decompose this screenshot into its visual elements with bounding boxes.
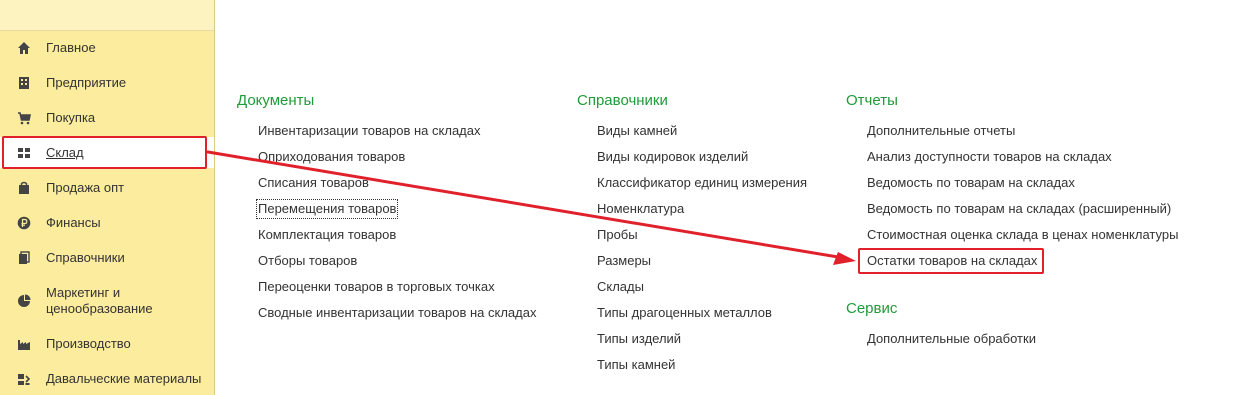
link-documents-item[interactable]: Списания товаров (258, 175, 369, 191)
link-catalogs-item[interactable]: Размеры (597, 253, 651, 269)
sidebar-item-label: Покупка (46, 110, 96, 125)
sidebar-item-label: Маркетинг и (46, 285, 121, 300)
sidebar-item-label: Давальческие материалы (46, 371, 202, 386)
sidebar-item-catalogs[interactable]: Справочники (0, 247, 214, 269)
link-documents-item[interactable]: Инвентаризации товаров на складах (258, 123, 481, 139)
link-catalogs-item[interactable]: Типы изделий (597, 331, 681, 347)
link-documents-item[interactable]: Комплектация товаров (258, 227, 396, 243)
sidebar-item-production[interactable]: Производство (0, 333, 214, 355)
sidebar-item-label: Главное (46, 40, 96, 55)
sidebar-item-label: Продажа опт (46, 180, 125, 195)
sidebar-item-label-line2: ценообразование (46, 301, 153, 316)
cart-icon (17, 111, 31, 125)
link-catalogs-item[interactable]: Виды кодировок изделий (597, 149, 748, 165)
sidebar-item-label: Финансы (46, 215, 101, 230)
books-icon (17, 251, 31, 265)
sidebar-item-wholesale[interactable]: Продажа опт (0, 177, 214, 199)
annotation-arrow-head (833, 252, 856, 265)
sidebar: Главное Предприятие Покупка Склад Продаж… (0, 0, 215, 395)
link-reports-item[interactable]: Дополнительные отчеты (867, 123, 1015, 139)
link-catalogs-item[interactable]: Классификатор единиц измерения (597, 175, 807, 191)
building-icon (17, 76, 31, 90)
link-service-item[interactable]: Дополнительные обработки (867, 331, 1036, 347)
section-title-reports: Отчеты (846, 92, 898, 109)
link-reports-item[interactable]: Ведомость по товарам на складах (расшире… (867, 201, 1171, 217)
link-documents-item[interactable]: Сводные инвентаризации товаров на склада… (258, 305, 536, 321)
sidebar-item-tolling-materials[interactable]: Давальческие материалы (0, 368, 214, 390)
section-title-service: Сервис (846, 300, 898, 317)
link-documents-item[interactable]: Оприходования товаров (258, 149, 405, 165)
annotation-highlight-sidebar (2, 136, 207, 169)
link-reports-item[interactable]: Стоимостная оценка склада в ценах номенк… (867, 227, 1178, 243)
sidebar-top-strip (0, 0, 214, 31)
link-catalogs-item[interactable]: Номенклатура (597, 201, 684, 217)
link-catalogs-item[interactable]: Виды камней (597, 123, 677, 139)
home-icon (17, 41, 31, 55)
link-catalogs-item[interactable]: Склады (597, 279, 644, 295)
link-catalogs-item[interactable]: Типы камней (597, 357, 675, 373)
sidebar-item-finance[interactable]: Финансы (0, 212, 214, 234)
link-catalogs-item[interactable]: Пробы (597, 227, 638, 243)
section-title-catalogs: Справочники (577, 92, 668, 109)
link-documents-item-focused[interactable]: Перемещения товаров (255, 199, 399, 219)
sidebar-item-home[interactable]: Главное (0, 37, 214, 59)
section-title-documents: Документы (237, 92, 315, 109)
sidebar-item-label: Справочники (46, 250, 125, 265)
annotation-highlight-report (858, 248, 1044, 274)
link-reports-item[interactable]: Ведомость по товарам на складах (867, 175, 1075, 191)
sidebar-item-enterprise[interactable]: Предприятие (0, 72, 214, 94)
sidebar-item-label: Предприятие (46, 75, 127, 90)
ruble-icon (17, 216, 31, 230)
pie-chart-icon (17, 294, 31, 308)
link-catalogs-item[interactable]: Типы драгоценных металлов (597, 305, 772, 321)
link-documents-item[interactable]: Переоценки товаров в торговых точках (258, 279, 495, 295)
sidebar-item-purchase[interactable]: Покупка (0, 107, 214, 129)
sidebar-item-label: Производство (46, 336, 131, 351)
link-documents-item[interactable]: Отборы товаров (258, 253, 357, 269)
sidebar-item-marketing[interactable]: Маркетинг и ценообразование (0, 282, 214, 320)
materials-icon (17, 372, 31, 386)
factory-icon (17, 337, 31, 351)
bag-icon (17, 181, 31, 195)
link-reports-item[interactable]: Анализ доступности товаров на складах (867, 149, 1112, 165)
